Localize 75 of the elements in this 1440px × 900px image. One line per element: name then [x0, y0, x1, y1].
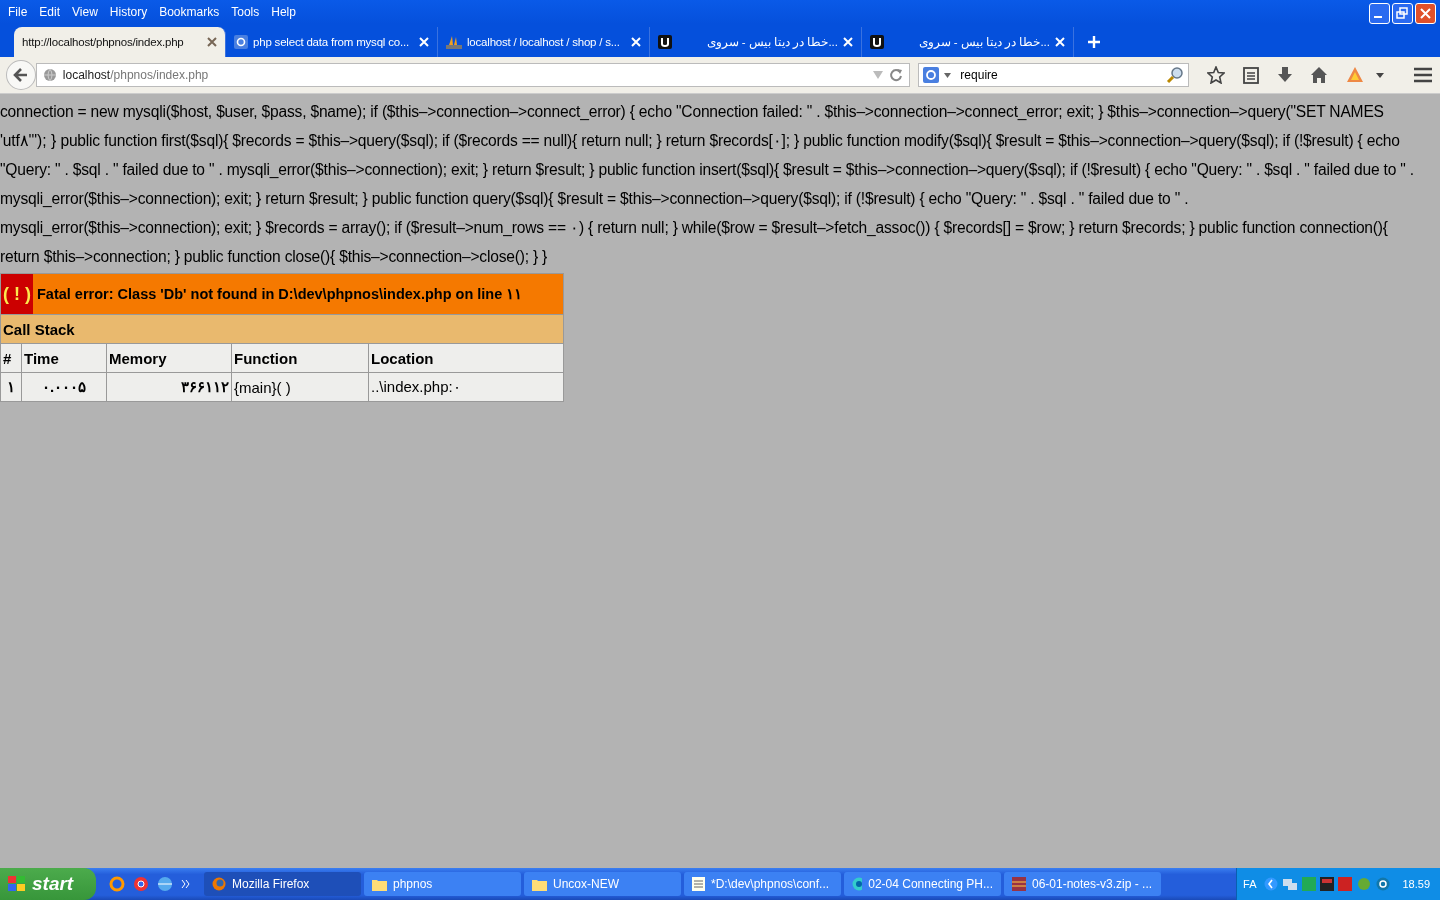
- taskbar-button[interactable]: *D:\dev\phpnos\conf...: [684, 872, 841, 896]
- code-text: mysqli_error($this–>connection); exit; } $records = array(); if ($result–>num_rows == ۰) { return null; } while($row = $result–>fetch_assoc()) { $records[] = $row; } return $records; } public function connection(){: [0, 218, 1389, 238]
- star-icon[interactable]: [1206, 66, 1225, 84]
- search-engine-icon: [923, 67, 940, 83]
- language-indicator[interactable]: FA: [1243, 878, 1257, 890]
- chevron-icon[interactable]: [181, 879, 191, 889]
- notepad-icon: [692, 877, 705, 891]
- menu-item[interactable]: Bookmarks: [153, 5, 226, 19]
- table-cell: {main}( ): [231, 372, 369, 402]
- letter-logo-icon: [658, 35, 672, 49]
- menu-icon[interactable]: [1414, 67, 1433, 83]
- code-text: "Query: " . $sql . " failed due to " . mysqli_error($this–>connection); exit; } return $result; } public function insert($sql){ $result = $this–>connection–>query($sql); if (!$result) { echo "Query: " . $sql . " failed due to " .: [0, 160, 1415, 180]
- browser-tab[interactable]: http://localhost/phpnos/index.php: [14, 27, 226, 57]
- home-icon[interactable]: [1310, 66, 1329, 84]
- menu-item[interactable]: View: [66, 5, 104, 19]
- search-icon[interactable]: [1165, 66, 1184, 84]
- restore-icon: [1396, 6, 1409, 20]
- flag-icon[interactable]: [1320, 877, 1335, 891]
- menu-item[interactable]: File: [2, 5, 34, 19]
- fox-globe-icon: [212, 877, 226, 891]
- menu-item[interactable]: Help: [265, 5, 302, 19]
- error-icon: ( ! ): [1, 274, 33, 314]
- globe-icon: [42, 68, 57, 82]
- globe-icon[interactable]: [157, 876, 173, 892]
- dropdown-icon[interactable]: [1376, 72, 1385, 78]
- search-engine-icon: [234, 35, 248, 49]
- clock: 18.59: [1402, 878, 1430, 890]
- back-arrow-icon: [11, 66, 30, 84]
- table-cell: ۰.۰۰۰۵: [21, 372, 107, 402]
- taskbar-button[interactable]: Uncox-NEW: [524, 872, 681, 896]
- address-bar[interactable]: localhost/phpnos/index.php: [35, 63, 911, 87]
- chevron-icon[interactable]: [1264, 877, 1279, 891]
- code-text: 'utf۸'"); } public function first($sql){ $records = $this–>query($sql); if ($records == null){ return null; } return $records[۰]; } public function modify($sql){ $result = $this–>connection–>query($sql); if (!$result) { echo: [0, 131, 1401, 151]
- reading-list-icon[interactable]: [1242, 66, 1259, 84]
- call-stack-heading: Call Stack: [3, 320, 75, 338]
- folder-icon: [532, 877, 547, 891]
- column-header: Time: [21, 343, 107, 373]
- close-button[interactable]: [1415, 2, 1436, 24]
- menu-item[interactable]: History: [103, 5, 154, 19]
- taskbar-button[interactable]: Mozilla Firefox: [204, 872, 361, 896]
- archive-icon: [1012, 877, 1026, 891]
- table-cell: ۳۶۶۱۱۲: [106, 372, 232, 402]
- start-button[interactable]: start: [0, 868, 96, 900]
- folder-icon: [372, 877, 387, 891]
- browser-icon[interactable]: [133, 876, 149, 892]
- column-header: #: [0, 343, 22, 373]
- back-button[interactable]: [6, 60, 36, 90]
- table-cell: ..\index.php:۰: [368, 372, 564, 402]
- close-tab-icon[interactable]: [207, 37, 217, 47]
- taskbar-button[interactable]: 06-01-notes-v3.zip - ...: [1004, 872, 1161, 896]
- reload-icon[interactable]: [889, 68, 904, 82]
- sail-logo-icon: [446, 35, 462, 49]
- search-field[interactable]: require: [918, 63, 1189, 87]
- windows-logo-icon: [8, 876, 26, 892]
- player-icon: [852, 877, 863, 891]
- menu-item[interactable]: Tools: [225, 5, 266, 19]
- minimize-icon: [1373, 16, 1382, 18]
- restore-button[interactable]: [1392, 2, 1413, 24]
- taskbar-button[interactable]: 02-04 Connecting PH...: [844, 872, 1001, 896]
- letter-logo-icon: [870, 35, 884, 49]
- close-icon: [1419, 6, 1432, 20]
- error-message: Fatal error: Class 'Db' not found in D:\dev\phpnos\index.php on line ۱۱: [37, 286, 523, 302]
- code-text: mysqli_error($this–>connection); exit; } return $result; } public function query($sql){ $result = $this–>connection–>query($sql); if (!$result) { echo "Query: " . $sql . " failed due to " .: [0, 189, 1190, 209]
- download-icon[interactable]: [1276, 66, 1293, 84]
- menu-item[interactable]: Edit: [33, 5, 67, 19]
- dropdown-icon[interactable]: [944, 72, 952, 78]
- code-text: return $this–>connection; } public function close(){ $this–>connection–>close(); } }: [0, 247, 549, 267]
- column-header: Memory: [106, 343, 232, 373]
- table-cell: ۱: [0, 372, 22, 402]
- column-header: Function: [231, 343, 369, 373]
- minimize-button[interactable]: [1369, 2, 1390, 24]
- column-header: Location: [368, 343, 564, 373]
- round-letter-icon[interactable]: [1376, 877, 1391, 891]
- taskbar-button[interactable]: phpnos: [364, 872, 521, 896]
- code-text: connection = new mysqli($host, $user, $pass, $name); if ($this–>connection–>connect_error) { echo "Connection failed: " . $this–>connection–>connect_error; exit; } $this–>connection–>query("SET NAMES: [0, 102, 1385, 122]
